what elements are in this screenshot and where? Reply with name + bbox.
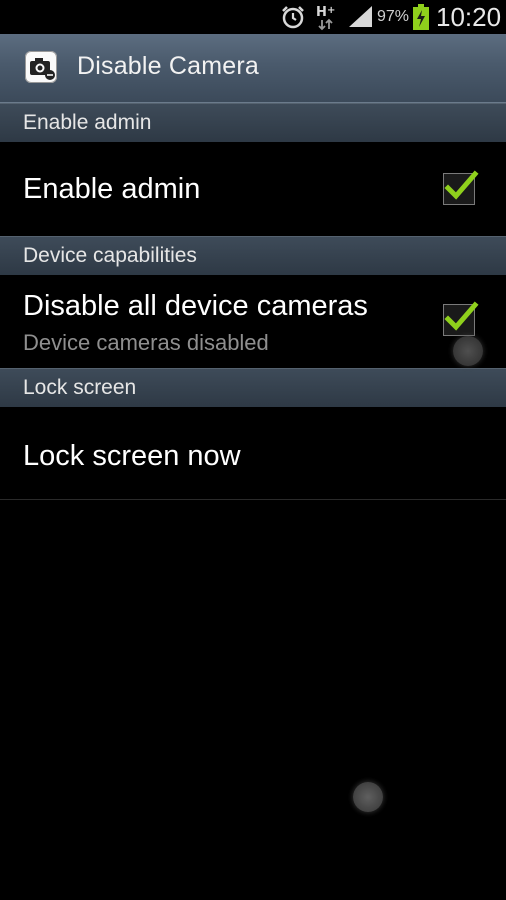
checkmark-icon xyxy=(444,170,479,200)
pref-summary: Device cameras disabled xyxy=(23,330,269,355)
pref-enable-admin[interactable]: Enable admin xyxy=(0,141,506,236)
signal-icon xyxy=(348,0,374,34)
pref-disable-cameras[interactable]: Disable all device cameras Device camera… xyxy=(0,274,506,368)
disable-cameras-checkbox[interactable] xyxy=(443,301,479,336)
category-enable-admin: Enable admin xyxy=(0,103,506,142)
alarm-icon xyxy=(280,0,306,34)
battery-percent: 97% xyxy=(377,8,410,25)
checkmark-icon xyxy=(444,301,479,331)
clock: 10:20 xyxy=(436,1,502,32)
category-header-label: Lock screen xyxy=(23,376,137,399)
category-header-label: Enable admin xyxy=(23,111,152,134)
touch-indicator xyxy=(353,782,383,812)
svg-text:+: + xyxy=(327,5,335,16)
battery-charging-icon xyxy=(412,0,430,34)
app-title: Disable Camera xyxy=(77,52,260,80)
pref-lock-screen-now[interactable]: Lock screen now xyxy=(0,406,506,500)
category-header-label: Device capabilities xyxy=(23,244,197,267)
action-bar: Disable Camera xyxy=(0,34,506,103)
status-bar: H + 97% 10:20 xyxy=(0,0,506,34)
camera-icon xyxy=(25,51,57,83)
category-device-capabilities: Device capabilities xyxy=(0,236,506,275)
enable-admin-checkbox[interactable] xyxy=(443,170,479,205)
pref-title: Enable admin xyxy=(23,173,201,205)
screen: H + 97% 10:20 Disable Camera Enable admi… xyxy=(0,0,506,900)
touch-indicator xyxy=(453,336,483,366)
h-plus-data-icon: H + xyxy=(314,0,338,34)
category-lock-screen: Lock screen xyxy=(0,368,506,407)
pref-title: Disable all device cameras xyxy=(23,290,368,322)
pref-title: Lock screen now xyxy=(23,440,241,472)
svg-text:H: H xyxy=(316,5,327,20)
